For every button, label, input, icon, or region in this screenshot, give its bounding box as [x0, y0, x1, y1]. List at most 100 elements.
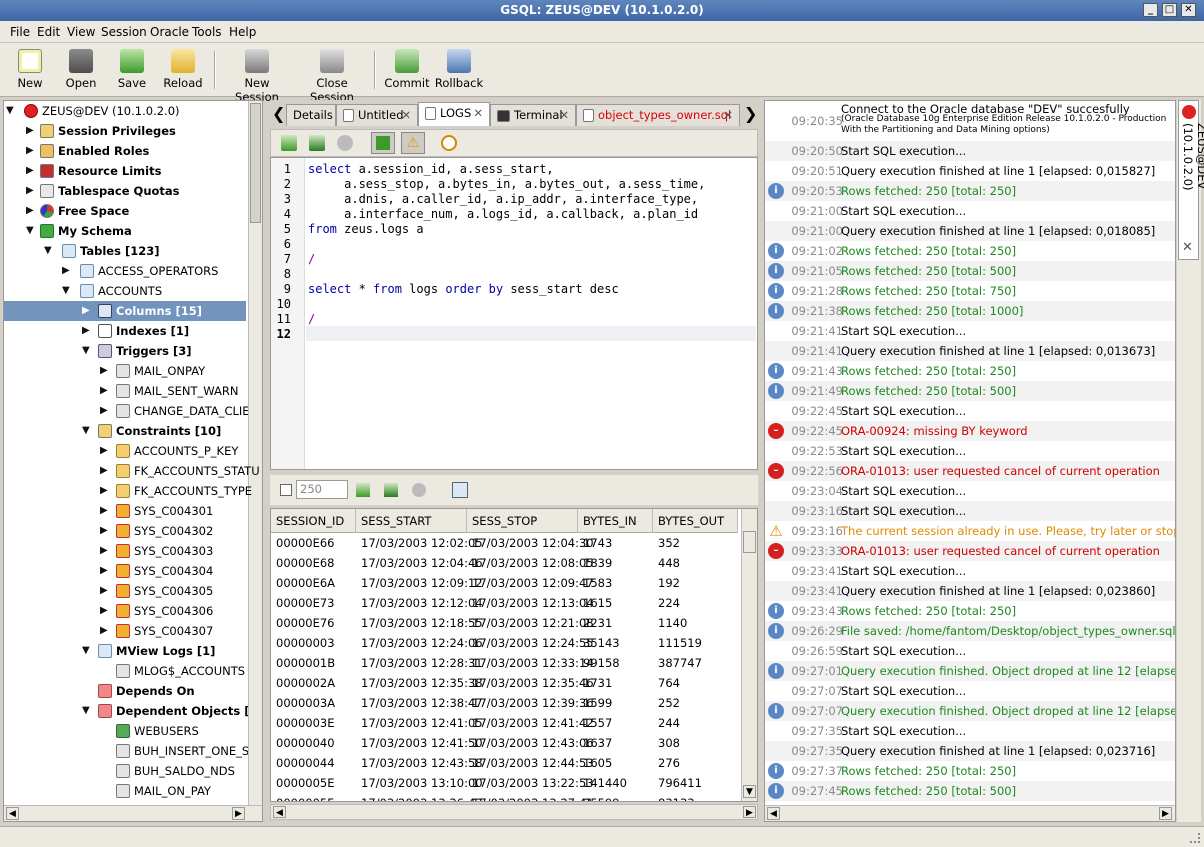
- table-row[interactable]: 00000E6A 17/03/2003 12:09:12 17/03/2003 12…: [271, 573, 739, 593]
- tab-terminal[interactable]: Terminal ✕: [490, 104, 576, 126]
- log-entry[interactable]: i 09:27:01 Query execution finished. Objec…: [765, 661, 1175, 681]
- table-row[interactable]: 00000003 17/03/2003 12:24:06 17/03/2003 12…: [271, 633, 739, 653]
- scroll-down-icon[interactable]: ▼: [743, 785, 756, 798]
- collapse-arrow-icon[interactable]: ▶: [100, 361, 108, 381]
- table-row[interactable]: 0000003A 17/03/2003 12:38:47 17/03/2003 12…: [271, 693, 739, 713]
- expand-arrow-icon[interactable]: ▼: [82, 701, 90, 721]
- tree-item-resource-limits[interactable]: ▶ Resource Limits: [26, 161, 161, 181]
- tree-item-dependent[interactable]: BUH_INSERT_ONE_SER: [116, 741, 262, 761]
- log-entry[interactable]: 09:21:00 Query execution finished at line…: [765, 221, 1175, 241]
- tree-item-constraint[interactable]: ▶ SYS_C004303: [100, 541, 213, 561]
- run-icon[interactable]: [281, 135, 297, 151]
- table-row[interactable]: 00000040 17/03/2003 12:41:50 17/03/2003 12…: [271, 733, 739, 753]
- minimize-button[interactable]: _: [1143, 3, 1158, 17]
- tree-item-constraint[interactable]: ▶ SYS_C004304: [100, 561, 213, 581]
- tree-item-constraint[interactable]: ▶ SYS_C004306: [100, 601, 213, 621]
- tab-close-icon[interactable]: ✕: [723, 105, 733, 125]
- tree-vertical-scrollbar[interactable]: [248, 101, 262, 805]
- fetch-all-icon[interactable]: [384, 483, 398, 497]
- tree-item-constraint[interactable]: ▶ FK_ACCOUNTS_TYPE: [100, 481, 252, 501]
- log-entry[interactable]: 09:23:16 Start SQL execution...: [765, 501, 1175, 521]
- log-entry[interactable]: 09:27:07 Start SQL execution...: [765, 681, 1175, 701]
- tree-item-my-schema[interactable]: ▼ My Schema: [26, 221, 132, 241]
- log-entry[interactable]: i 09:27:07 Query execution finished. Objec…: [765, 701, 1175, 721]
- sql-editor[interactable]: 1 2 3 4 5 6 7 8 9 10 11 12 select a.session_id, a.s…: [270, 157, 758, 470]
- log-horizontal-scrollbar[interactable]: ◀ ▶: [765, 805, 1175, 821]
- tree-item-constraint[interactable]: ▶ FK_ACCOUNTS_STATU: [100, 461, 260, 481]
- log-entry[interactable]: i 09:21:43 Rows fetched: 250 [total: 250]: [765, 361, 1175, 381]
- scroll-left-icon[interactable]: ◀: [6, 807, 19, 820]
- side-tab-close-icon[interactable]: ✕: [1182, 240, 1193, 255]
- menu-file[interactable]: File: [10, 25, 30, 39]
- table-row[interactable]: 00000044 17/03/2003 12:43:58 17/03/2003 12…: [271, 753, 739, 773]
- commit-button[interactable]: Commit: [384, 47, 430, 93]
- tree-horizontal-scrollbar[interactable]: ◀ ▶: [4, 805, 262, 821]
- tree-item-dependent[interactable]: MAIL_ON_PAY: [116, 781, 211, 801]
- collapse-arrow-icon[interactable]: ▶: [100, 601, 108, 621]
- collapse-arrow-icon[interactable]: ▶: [100, 481, 108, 501]
- tree-item-mlog[interactable]: MLOG$_ACCOUNTS: [116, 661, 245, 681]
- scroll-left-icon[interactable]: ◀: [767, 807, 780, 820]
- new-button[interactable]: New: [10, 47, 50, 93]
- log-entry[interactable]: i 09:26:29 File saved: /home/fantom/Deskto…: [765, 621, 1175, 641]
- log-entry[interactable]: 09:23:41 Start SQL execution...: [765, 561, 1175, 581]
- column-header[interactable]: SESSION_ID: [271, 509, 356, 533]
- log-entry[interactable]: ⚠ 09:23:16 The current session already in …: [765, 521, 1175, 541]
- stop-icon[interactable]: [337, 135, 353, 151]
- close-window-button[interactable]: ✕: [1181, 3, 1196, 17]
- collapse-arrow-icon[interactable]: ▶: [100, 581, 108, 601]
- tree-item-constraints[interactable]: ▼ Constraints [10]: [82, 421, 221, 441]
- collapse-arrow-icon[interactable]: ▶: [100, 461, 108, 481]
- expand-arrow-icon[interactable]: ▼: [82, 641, 90, 661]
- log-entry[interactable]: i 09:21:38 Rows fetched: 250 [total: 1000]: [765, 301, 1175, 321]
- collapse-arrow-icon[interactable]: ▶: [26, 201, 34, 221]
- open-button[interactable]: Open: [60, 47, 102, 93]
- table-row[interactable]: 0000005F 17/03/2003 13:26:4317/03/2003 13…: [271, 793, 739, 801]
- tab-untitled[interactable]: Untitled ✕: [336, 104, 418, 126]
- table-row[interactable]: 0000003E 17/03/2003 12:41:05 17/03/2003 12…: [271, 713, 739, 733]
- result-grid[interactable]: SESSION_ID SESS_START SESS_STOP BYTES_IN BYT…: [270, 508, 758, 802]
- collapse-arrow-icon[interactable]: ▶: [100, 561, 108, 581]
- tree-item-trigger[interactable]: ▶ CHANGE_DATA_CLIENT: [100, 401, 262, 421]
- table-row[interactable]: 00000E73 17/03/2003 12:12:04 17/03/2003 12…: [271, 593, 739, 613]
- log-entry[interactable]: 09:26:59 Start SQL execution...: [765, 641, 1175, 661]
- grid-vertical-scrollbar[interactable]: ▼: [741, 509, 757, 801]
- log-entry[interactable]: i 09:21:49 Rows fetched: 250 [total: 500]: [765, 381, 1175, 401]
- column-header[interactable]: BYTES_IN: [578, 509, 653, 533]
- grid-horizontal-scrollbar[interactable]: ◀ ▶: [270, 804, 758, 820]
- tree-item-depends-on[interactable]: Depends On: [98, 681, 195, 701]
- scrollbar-thumb[interactable]: [250, 103, 261, 223]
- log-entry[interactable]: 09:21:00 Start SQL execution...: [765, 201, 1175, 221]
- table-row[interactable]: 00000E76 17/03/2003 12:18:55 17/03/2003 12…: [271, 613, 739, 633]
- close-session-button[interactable]: Close Session: [296, 47, 368, 104]
- export-icon[interactable]: [452, 482, 468, 498]
- reload-button[interactable]: Reload: [160, 47, 206, 93]
- collapse-arrow-icon[interactable]: ▶: [100, 621, 108, 641]
- log-entry[interactable]: 09:21:41 Start SQL execution...: [765, 321, 1175, 341]
- log-entry[interactable]: –09:23:33 ORA-01013: user requested cance…: [765, 541, 1175, 561]
- log-entry[interactable]: i 09:27:37 Rows fetched: 250 [total: 250]: [765, 761, 1175, 781]
- new-session-button[interactable]: New Session: [222, 47, 292, 104]
- collapse-arrow-icon[interactable]: ▶: [26, 161, 34, 181]
- tab-details[interactable]: Details: [286, 104, 336, 126]
- tree-item-constraint[interactable]: ▶ SYS_C004307: [100, 621, 213, 641]
- log-entry[interactable]: 09:20:35 Connect to the Oracle database "…: [765, 101, 1175, 141]
- expand-arrow-icon[interactable]: ▼: [6, 101, 14, 121]
- log-entry[interactable]: i 09:21:28 Rows fetched: 250 [total: 750]: [765, 281, 1175, 301]
- log-entry[interactable]: –09:22:45 ORA-00924: missing BY keyword: [765, 421, 1175, 441]
- collapse-arrow-icon[interactable]: ▶: [100, 501, 108, 521]
- rollback-button[interactable]: Rollback: [434, 47, 484, 93]
- tree-item-mview-logs[interactable]: ▼ MView Logs [1]: [82, 641, 215, 661]
- fetch-limit-input[interactable]: 250: [296, 480, 348, 499]
- tab-close-icon[interactable]: ✕: [473, 103, 483, 123]
- log-entry[interactable]: 09:22:45 Start SQL execution...: [765, 401, 1175, 421]
- execute-button[interactable]: [371, 132, 395, 154]
- tree-item-accounts[interactable]: ▼ ACCOUNTS: [62, 281, 162, 301]
- log-entry[interactable]: i 09:23:43 Rows fetched: 250 [total: 250]: [765, 601, 1175, 621]
- expand-arrow-icon[interactable]: ▼: [26, 221, 34, 241]
- tree-item-session-privileges[interactable]: ▶ Session Privileges: [26, 121, 176, 141]
- table-row[interactable]: 0000002A 17/03/2003 12:35:38 17/03/2003 12…: [271, 673, 739, 693]
- log-entry[interactable]: 09:22:53 Start SQL execution...: [765, 441, 1175, 461]
- log-entry[interactable]: 09:23:04 Start SQL execution...: [765, 481, 1175, 501]
- collapse-arrow-icon[interactable]: ▶: [62, 261, 70, 281]
